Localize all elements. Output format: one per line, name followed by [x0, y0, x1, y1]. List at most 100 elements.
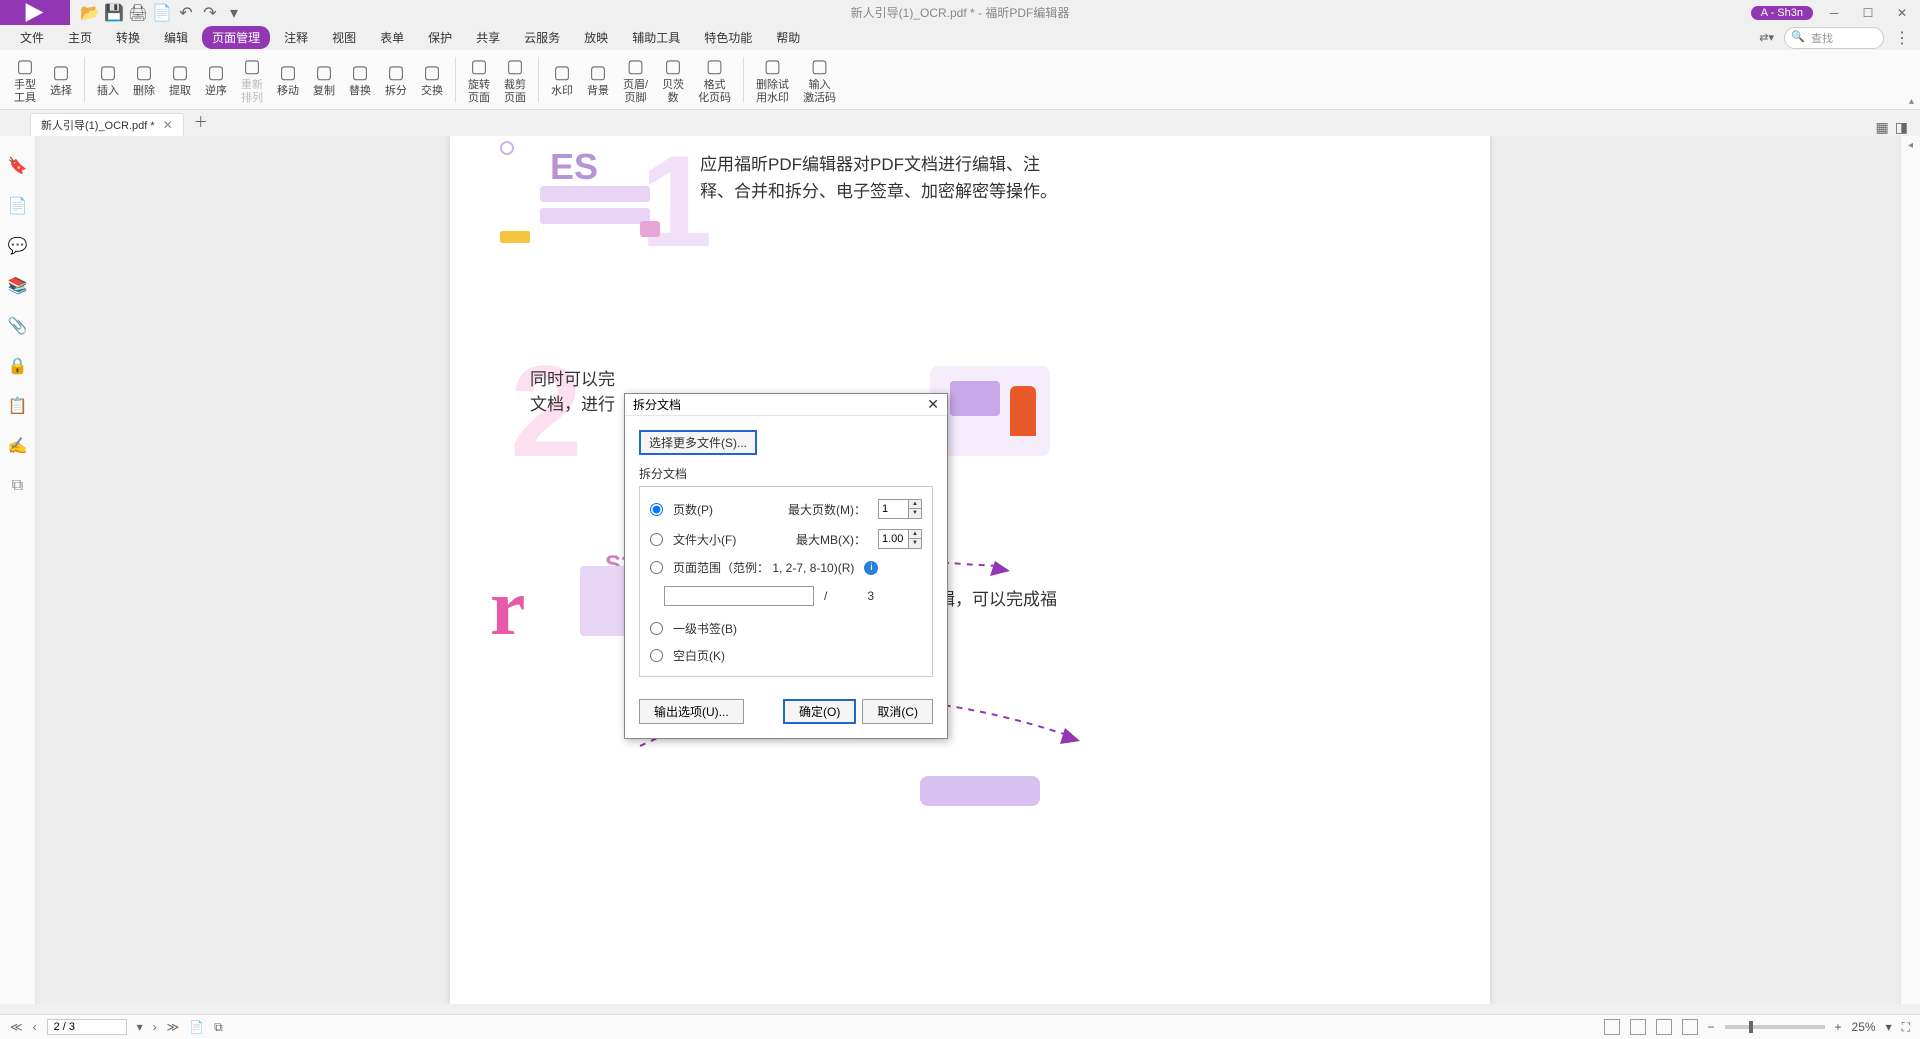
document-icon[interactable]: 📄 [154, 5, 170, 21]
signature-icon[interactable]: ✍ [8, 436, 28, 456]
menu-file[interactable]: 文件 [10, 26, 54, 49]
max-pages-input[interactable] [879, 500, 908, 518]
last-page-button[interactable]: ≫ [167, 1020, 180, 1034]
attachments-icon[interactable]: 📎 [8, 316, 28, 336]
menu-protect[interactable]: 保护 [418, 26, 462, 49]
maximize-button[interactable]: ☐ [1855, 3, 1881, 23]
document-viewport[interactable]: 1 ES 应用福昕PDF编辑器对PDF文档进行编辑、注释、合并和拆分、电子签章、… [36, 136, 1900, 1004]
bookmark-icon[interactable]: 🔖 [8, 156, 28, 176]
fields-icon[interactable]: 📋 [8, 396, 28, 416]
spin-up-icon[interactable]: ▲ [909, 500, 921, 509]
copy-page-icon[interactable]: ⧉ [214, 1020, 223, 1035]
zoom-out-button[interactable]: − [1708, 1020, 1715, 1034]
info-icon[interactable]: i [864, 561, 878, 575]
ribbon-crop[interactable]: ▢裁剪页面 [498, 53, 532, 105]
ribbon-collapse-icon[interactable]: ▴ [1909, 96, 1914, 107]
compare-icon[interactable]: ⧉ [8, 476, 28, 496]
ribbon-rotate[interactable]: ▢旋转页面 [462, 53, 496, 105]
collapse-right-icon[interactable]: ◂ [1901, 140, 1920, 151]
ribbon-remove-trial-wm[interactable]: ▢删除试用水印 [750, 53, 795, 105]
layers-icon[interactable]: 📚 [8, 276, 28, 296]
menu-view[interactable]: 视图 [322, 26, 366, 49]
ribbon-format-page-num[interactable]: ▢格式化页码 [692, 53, 737, 105]
open-icon[interactable]: 📂 [82, 5, 98, 21]
spin-down-icon[interactable]: ▼ [909, 509, 921, 518]
page-dropdown-icon[interactable]: ▾ [137, 1020, 143, 1034]
ribbon-swap[interactable]: ▢交换 [415, 59, 449, 99]
dialog-titlebar[interactable]: 拆分文档 ✕ [625, 394, 947, 416]
minimize-button[interactable]: ─ [1821, 3, 1847, 23]
page-view-icon[interactable]: 📄 [189, 1020, 204, 1034]
output-options-button[interactable]: 输出选项(U)... [639, 699, 744, 724]
max-mb-input[interactable] [879, 530, 908, 548]
fullscreen-icon[interactable]: ⛶ [1902, 1020, 1910, 1035]
radio-filesize[interactable] [650, 533, 663, 546]
dialog-close-icon[interactable]: ✕ [927, 396, 939, 413]
select-more-files-button[interactable]: 选择更多文件(S)... [639, 430, 757, 455]
close-button[interactable]: ✕ [1889, 3, 1915, 23]
ribbon-insert[interactable]: ▢插入 [91, 59, 125, 99]
redo-icon[interactable]: ↷ [202, 5, 218, 21]
radio-pages[interactable] [650, 503, 663, 516]
menu-page-manage[interactable]: 页面管理 [202, 26, 270, 49]
ribbon-reverse[interactable]: ▢逆序 [199, 59, 233, 99]
next-page-button[interactable]: › [153, 1020, 157, 1034]
document-tab[interactable]: 新人引导(1)_OCR.pdf * ✕ [30, 113, 184, 136]
menu-form[interactable]: 表单 [370, 26, 414, 49]
zoom-dropdown-icon[interactable]: ▾ [1886, 1020, 1892, 1034]
pages-icon[interactable]: 📄 [8, 196, 28, 216]
comments-icon[interactable]: 💬 [8, 236, 28, 256]
ribbon-duplicate[interactable]: ▢复制 [307, 59, 341, 99]
zoom-slider[interactable] [1725, 1025, 1825, 1029]
facing-view-icon[interactable] [1656, 1019, 1672, 1035]
continuous-view-icon[interactable] [1630, 1019, 1646, 1035]
menu-help[interactable]: 帮助 [766, 26, 810, 49]
continuous-facing-view-icon[interactable] [1682, 1019, 1698, 1035]
page-number-input[interactable] [47, 1019, 127, 1035]
save-icon[interactable]: 💾 [106, 5, 122, 21]
ribbon-extract[interactable]: ▢提取 [163, 59, 197, 99]
menu-more-icon[interactable]: ⋮ [1894, 28, 1910, 48]
ribbon-select-tool[interactable]: ▢选择 [44, 59, 78, 99]
tab-close-icon[interactable]: ✕ [163, 118, 173, 132]
single-page-view-icon[interactable] [1604, 1019, 1620, 1035]
print-icon[interactable]: 🖨 [130, 5, 146, 21]
user-badge[interactable]: A - Sh3n [1751, 6, 1813, 20]
max-pages-spinner[interactable]: ▲▼ [878, 499, 922, 519]
radio-blank[interactable] [650, 649, 663, 662]
menu-edit[interactable]: 编辑 [154, 26, 198, 49]
reading-mode-icon[interactable]: ⇄▾ [1759, 31, 1774, 44]
ribbon-delete[interactable]: ▢删除 [127, 59, 161, 99]
ribbon-enter-key[interactable]: ▢输入激活码 [797, 53, 842, 105]
new-tab-button[interactable]: ＋ [194, 112, 208, 136]
ribbon-replace[interactable]: ▢替换 [343, 59, 377, 99]
ribbon-split[interactable]: ▢拆分 [379, 59, 413, 99]
ribbon-move[interactable]: ▢移动 [271, 59, 305, 99]
ribbon-header-footer[interactable]: ▢页眉/页脚 [617, 53, 654, 105]
menu-convert[interactable]: 转换 [106, 26, 150, 49]
page-range-input[interactable] [664, 586, 814, 606]
ribbon-rearrange[interactable]: ▢重新排列 [235, 53, 269, 105]
menu-slideshow[interactable]: 放映 [574, 26, 618, 49]
menu-home[interactable]: 主页 [58, 26, 102, 49]
menu-accessibility[interactable]: 辅助工具 [622, 26, 690, 49]
dropdown-icon[interactable]: ▾ [226, 5, 242, 21]
panel-toggle-icon[interactable]: ◨ [1895, 119, 1908, 136]
menu-features[interactable]: 特色功能 [694, 26, 762, 49]
ribbon-background[interactable]: ▢背景 [581, 59, 615, 99]
radio-range[interactable] [650, 561, 663, 574]
ribbon-watermark[interactable]: ▢水印 [545, 59, 579, 99]
ribbon-hand-tool[interactable]: ▢手型工具 [8, 53, 42, 105]
first-page-button[interactable]: ≪ [10, 1020, 23, 1034]
menu-share[interactable]: 共享 [466, 26, 510, 49]
prev-page-button[interactable]: ‹ [33, 1020, 37, 1034]
max-mb-spinner[interactable]: ▲▼ [878, 529, 922, 549]
menu-comment[interactable]: 注释 [274, 26, 318, 49]
radio-bookmark[interactable] [650, 622, 663, 635]
ribbon-bates[interactable]: ▢贝茨数 [656, 53, 690, 105]
zoom-in-button[interactable]: + [1835, 1020, 1842, 1034]
ok-button[interactable]: 确定(O) [783, 699, 856, 724]
thumbnail-view-icon[interactable]: ▦ [1876, 119, 1889, 136]
search-input[interactable]: 查找 [1784, 27, 1884, 49]
spin-down-icon[interactable]: ▼ [909, 539, 921, 548]
